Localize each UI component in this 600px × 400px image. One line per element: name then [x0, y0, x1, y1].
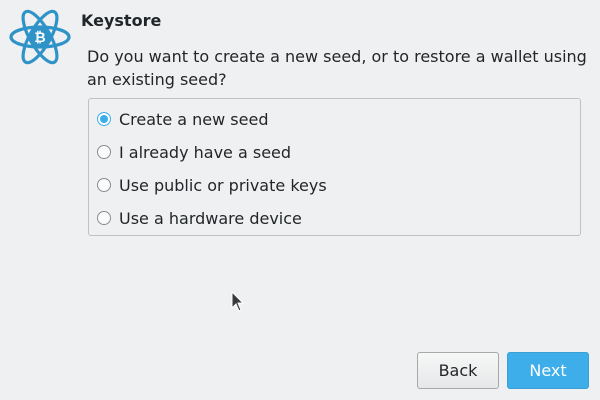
- option-label: Use a hardware device: [119, 208, 302, 228]
- option-public-private-keys[interactable]: Use public or private keys: [97, 173, 327, 197]
- seed-question: Do you want to create a new seed, or to …: [87, 47, 587, 89]
- page-title: Keystore: [81, 11, 162, 30]
- option-create-new-seed[interactable]: Create a new seed: [97, 107, 268, 131]
- next-button[interactable]: Next: [507, 352, 589, 389]
- electrum-logo-icon: ₿: [9, 9, 71, 65]
- option-label: Create a new seed: [119, 109, 269, 129]
- option-hardware-device[interactable]: Use a hardware device: [97, 206, 302, 230]
- svg-text:₿: ₿: [34, 30, 45, 46]
- radio-button[interactable]: [97, 178, 111, 192]
- option-label: Use public or private keys: [119, 175, 327, 195]
- radio-button-checked[interactable]: [97, 112, 111, 126]
- keystore-options-group: Create a new seed I already have a seed …: [88, 98, 581, 236]
- option-already-have-seed[interactable]: I already have a seed: [97, 140, 291, 164]
- radio-button[interactable]: [97, 145, 111, 159]
- option-label: I already have a seed: [119, 142, 292, 162]
- back-button[interactable]: Back: [417, 352, 499, 389]
- mouse-pointer-icon: [231, 290, 245, 313]
- radio-button[interactable]: [97, 211, 111, 225]
